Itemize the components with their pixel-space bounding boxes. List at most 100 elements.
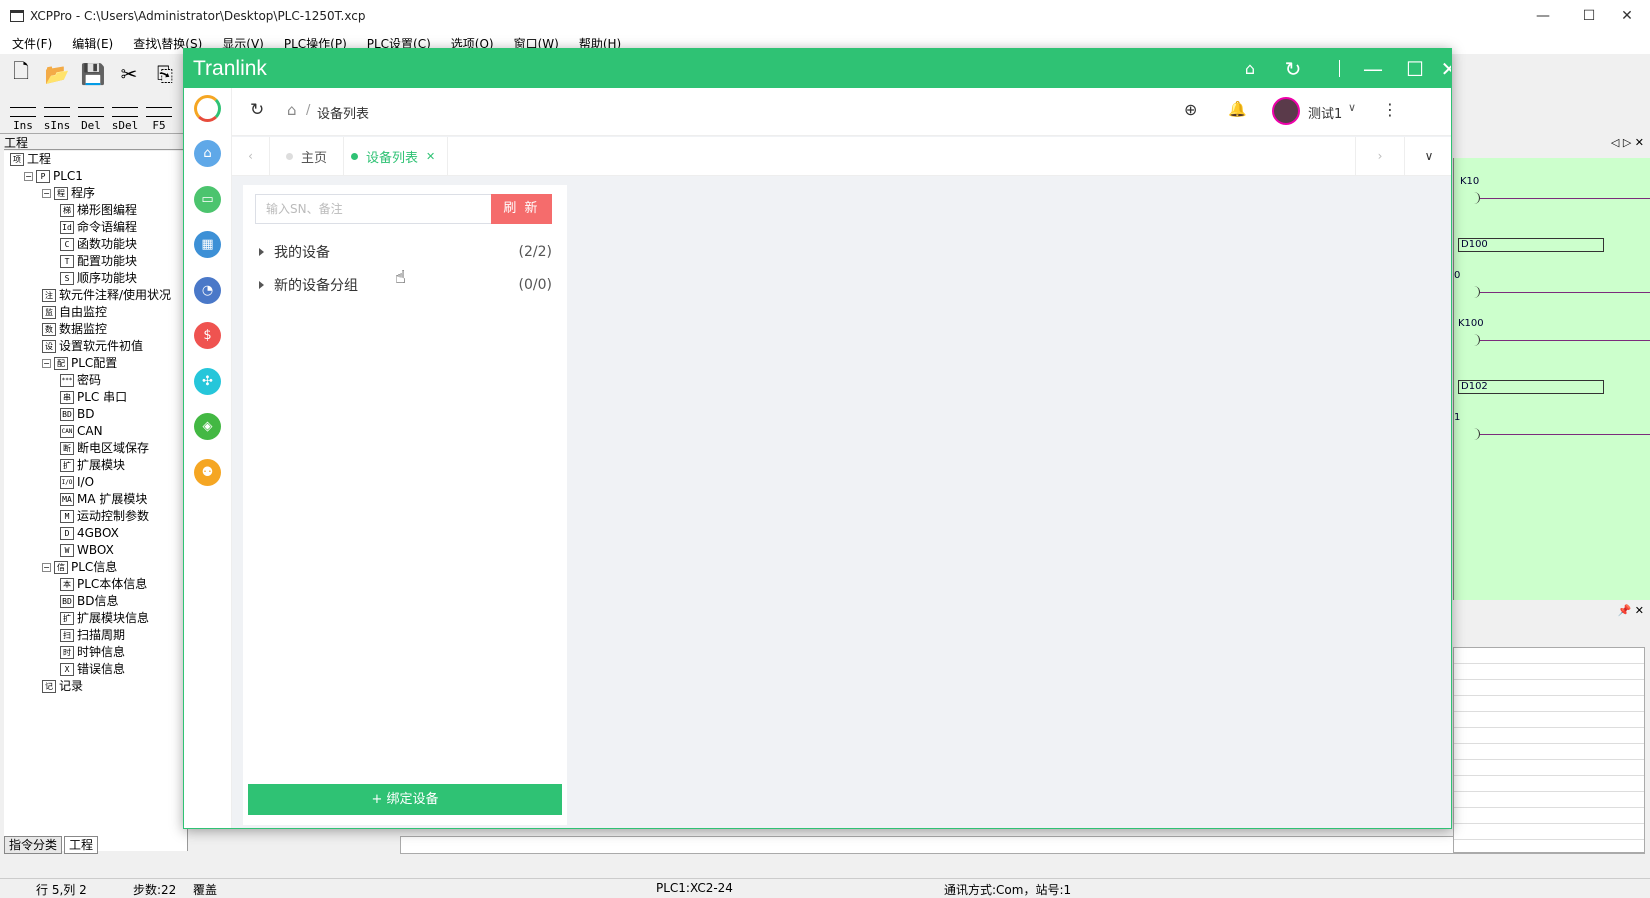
ladder-tool-button[interactable]: sDel [110, 107, 140, 132]
copy-icon[interactable]: ⎘ [150, 59, 180, 89]
tree-node[interactable]: I/O I/O [60, 474, 94, 491]
ladder-label: D102 [1458, 380, 1604, 394]
tree-node[interactable]: *** 密码 [60, 372, 101, 389]
tree-node[interactable]: M 运动控制参数 [60, 508, 149, 525]
menu-item[interactable]: 文件(F) [8, 35, 56, 52]
reload-icon[interactable]: ↻ [1272, 49, 1314, 88]
tab-device-list[interactable]: 设备列表 ✕ [339, 137, 449, 175]
package-icon[interactable]: ◈ [194, 413, 221, 440]
more-vertical-icon[interactable]: ⋮ [1382, 100, 1398, 119]
tab-scroll-left-icon[interactable]: ‹ [232, 137, 270, 175]
tree-node[interactable]: 扩扩展模块信息 [60, 610, 149, 627]
integration-icon[interactable]: ✣ [194, 368, 221, 395]
tree-node[interactable]: 断断电区域保存 [60, 440, 149, 457]
collapse-icon[interactable]: − [42, 563, 51, 572]
minimize-icon[interactable]: — [1352, 49, 1394, 88]
tree-node-label: 错误信息 [77, 662, 126, 676]
tree-node[interactable]: X 错误信息 [60, 661, 125, 678]
menu-item[interactable]: 编辑(E) [68, 35, 117, 52]
device-group-panel: 输入SN、备注 刷 新 我的设备 (2/2) 新的设备分组 (0/0) ☝ + 绑定… [243, 185, 567, 825]
collapse-icon[interactable]: − [42, 189, 51, 198]
tree-node[interactable]: − 程程序 [42, 185, 95, 202]
tab-dropdown-icon[interactable]: ∨ [1404, 137, 1451, 175]
close-icon[interactable]: ✕ [1436, 49, 1451, 88]
tree-node[interactable]: 本 PLC本体信息 [60, 576, 147, 593]
tree-node[interactable]: − 信 PLC信息 [42, 559, 117, 576]
device-icon[interactable]: ▭ [194, 186, 221, 213]
globe-icon[interactable]: ⊕ [1184, 100, 1197, 119]
dashboard-icon[interactable]: ◔ [194, 277, 221, 304]
collapse-icon[interactable]: − [42, 359, 51, 368]
maximize-icon[interactable]: ☐ [1394, 49, 1436, 88]
refresh-button[interactable]: 刷 新 [491, 194, 552, 224]
bind-device-button[interactable]: + 绑定设备 [248, 784, 562, 815]
tree-node-icon: 扩 [60, 612, 74, 625]
tree-node-icon: 程 [54, 187, 68, 200]
tab-scroll-right-icon[interactable]: › [1355, 137, 1404, 175]
tree-node[interactable]: CAN CAN [60, 423, 103, 440]
tranlink-header: ↻ ⌂ / 设备列表 ⊕ 🔔 测试1 ∨ ⋮ [232, 88, 1451, 136]
cut-icon[interactable]: ✂ [114, 59, 144, 89]
tree-node[interactable]: − 配 PLC配置 [42, 355, 117, 372]
tree-node[interactable]: T 配置功能块 [60, 253, 137, 270]
tab-instruction-category[interactable]: 指令分类 [4, 836, 63, 854]
network-icon[interactable]: ⚉ [194, 459, 221, 486]
ladder-tool-button[interactable]: sIns [42, 107, 72, 132]
output-panel-controls[interactable]: 📌 ✕ [1453, 604, 1650, 622]
close-icon[interactable]: ✕ [1604, 0, 1650, 32]
tree-node[interactable]: 时时钟信息 [60, 644, 125, 661]
refresh-icon[interactable]: ↻ [250, 100, 264, 120]
open-folder-icon[interactable]: 📂 [42, 59, 72, 89]
tree-node[interactable]: 数数据监控 [42, 321, 107, 338]
tree-node[interactable]: 注软元件注释/使用状况 [42, 287, 171, 304]
save-icon[interactable]: 💾 [78, 59, 108, 89]
ladder-tool-button[interactable]: Ins [8, 107, 38, 132]
user-name[interactable]: 测试1 [1308, 103, 1342, 122]
tree-node-label: BD信息 [77, 594, 119, 608]
tree-node[interactable]: W WBOX [60, 542, 114, 559]
tab-project[interactable]: 工程 [64, 836, 99, 854]
tree-node[interactable]: 设设置软元件初值 [42, 338, 143, 355]
tree-node[interactable]: S 顺序功能块 [60, 270, 137, 287]
tree-node[interactable]: 记记录 [42, 678, 83, 695]
ladder-editor[interactable]: K10 D100 0 K100 D102 1 [1453, 158, 1650, 600]
tree-node-icon: *** [60, 374, 74, 387]
avatar[interactable] [1272, 97, 1300, 125]
tree-node[interactable]: Id 命令语编程 [60, 219, 137, 236]
coil-symbol [1472, 192, 1480, 204]
ladder-tool-button[interactable]: F5 [144, 107, 174, 132]
new-file-icon[interactable]: 🗋 [6, 59, 36, 89]
minimize-icon[interactable]: — [1520, 0, 1566, 32]
tree-node[interactable]: 串 PLC 串口 [60, 389, 127, 406]
bell-icon[interactable]: 🔔 [1228, 100, 1247, 118]
tree-node[interactable]: BD BD信息 [60, 593, 118, 610]
tree-node[interactable]: MA MA 扩展模块 [60, 491, 147, 508]
tree-node[interactable]: 扩扩展模块 [60, 457, 125, 474]
tree-node-icon: BD [60, 595, 74, 608]
chevron-down-icon[interactable]: ∨ [1348, 101, 1356, 114]
app-icon [10, 10, 24, 22]
search-input[interactable]: 输入SN、备注 [255, 194, 491, 224]
tree-node[interactable]: 监自由监控 [42, 304, 107, 321]
group-my-devices[interactable]: 我的设备 (2/2) [259, 241, 552, 263]
ladder-panel-controls[interactable]: ◁ ▷ ✕ [1453, 136, 1650, 156]
tree-node[interactable]: 项工程 [10, 151, 51, 168]
billing-icon[interactable]: $ [194, 322, 221, 349]
tab-close-icon[interactable]: ✕ [426, 150, 435, 163]
tree-node[interactable]: 扫扫描周期 [60, 627, 125, 644]
ladder-tool-button[interactable]: Del [76, 107, 106, 132]
ladder-label: K10 [1460, 176, 1480, 187]
tree-node[interactable]: 梯梯形图编程 [60, 202, 137, 219]
tree-node[interactable]: D 4GBOX [60, 525, 119, 542]
tree-node[interactable]: BD BD [60, 406, 94, 423]
tab-home[interactable]: 主页 [270, 137, 345, 175]
tree-node-label: 记录 [59, 679, 84, 693]
tree-node[interactable]: C 函数功能块 [60, 236, 137, 253]
home-icon[interactable]: ⌂ [194, 140, 221, 167]
collapse-icon[interactable]: − [24, 172, 33, 181]
tree-node[interactable]: − P PLC1 [24, 168, 83, 185]
apps-icon[interactable]: ▦ [194, 231, 221, 258]
broom-icon[interactable]: ⌂ [1229, 49, 1271, 88]
tree-node-label: 扩展模块 [77, 458, 126, 472]
home-breadcrumb-icon[interactable]: ⌂ [287, 101, 297, 119]
